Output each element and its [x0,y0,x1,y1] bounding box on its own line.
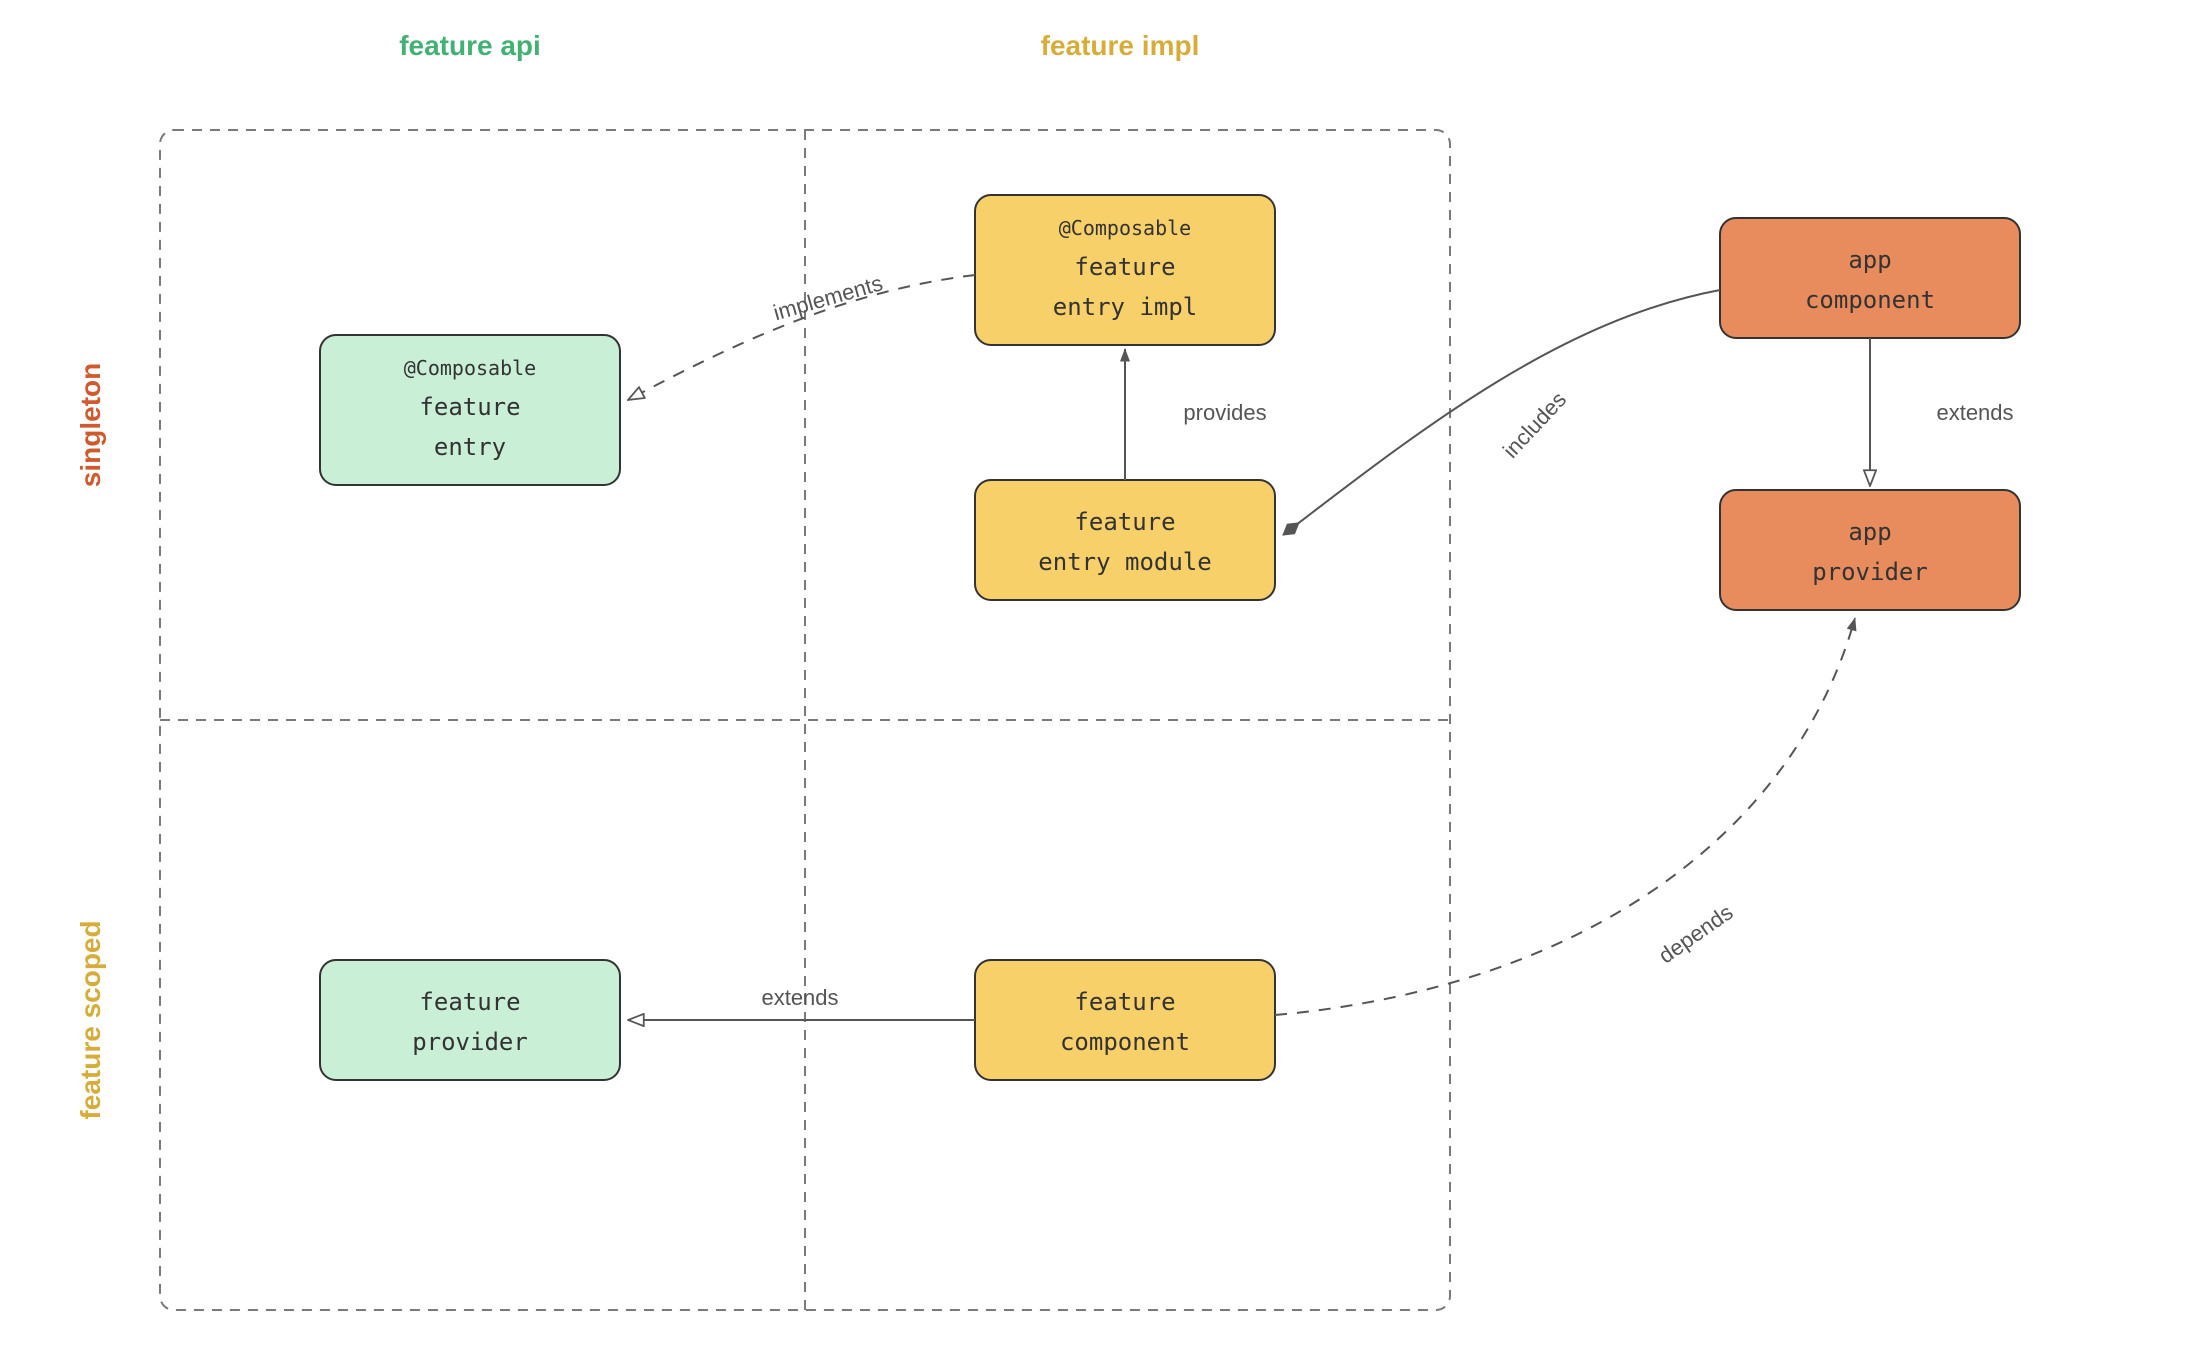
svg-text:@Composable: @Composable [404,356,536,380]
svg-text:app: app [1848,518,1891,546]
svg-text:feature: feature [419,393,520,421]
node-feature-entry-module: feature entry module [975,480,1275,600]
svg-text:feature: feature [1074,988,1175,1016]
svg-text:entry: entry [434,433,506,461]
svg-text:@Composable: @Composable [1059,216,1191,240]
svg-text:component: component [1060,1028,1190,1056]
node-feature-entry-impl: @Composable feature entry impl [975,195,1275,345]
edge-depends-label: depends [1654,899,1737,968]
column-header-feature-api: feature api [399,30,541,61]
edge-provides-label: provides [1183,400,1266,425]
edge-extends-feature-label: extends [761,985,838,1010]
svg-text:feature: feature [419,988,520,1016]
node-feature-component: feature component [975,960,1275,1080]
node-feature-provider: feature provider [320,960,620,1080]
edge-includes-label: includes [1498,387,1571,463]
edge-implements-label: implements [770,270,885,325]
svg-text:feature: feature [1074,508,1175,536]
diagram-canvas: feature api feature impl singleton featu… [0,0,2206,1360]
svg-text:entry impl: entry impl [1053,293,1198,321]
svg-text:component: component [1805,286,1935,314]
column-header-feature-impl: feature impl [1041,30,1200,61]
node-feature-entry: @Composable feature entry [320,335,620,485]
edge-extends-app-label: extends [1936,400,2013,425]
node-app-component: app component [1720,218,2020,338]
svg-text:provider: provider [412,1028,528,1056]
node-app-provider: app provider [1720,490,2020,610]
svg-text:app: app [1848,246,1891,274]
edge-depends [1275,618,1855,1015]
row-header-feature-scoped: feature scoped [75,920,106,1119]
svg-text:feature: feature [1074,253,1175,281]
row-header-singleton: singleton [75,363,106,487]
svg-text:entry module: entry module [1038,548,1211,576]
edge-includes [1283,290,1720,535]
svg-text:provider: provider [1812,558,1928,586]
